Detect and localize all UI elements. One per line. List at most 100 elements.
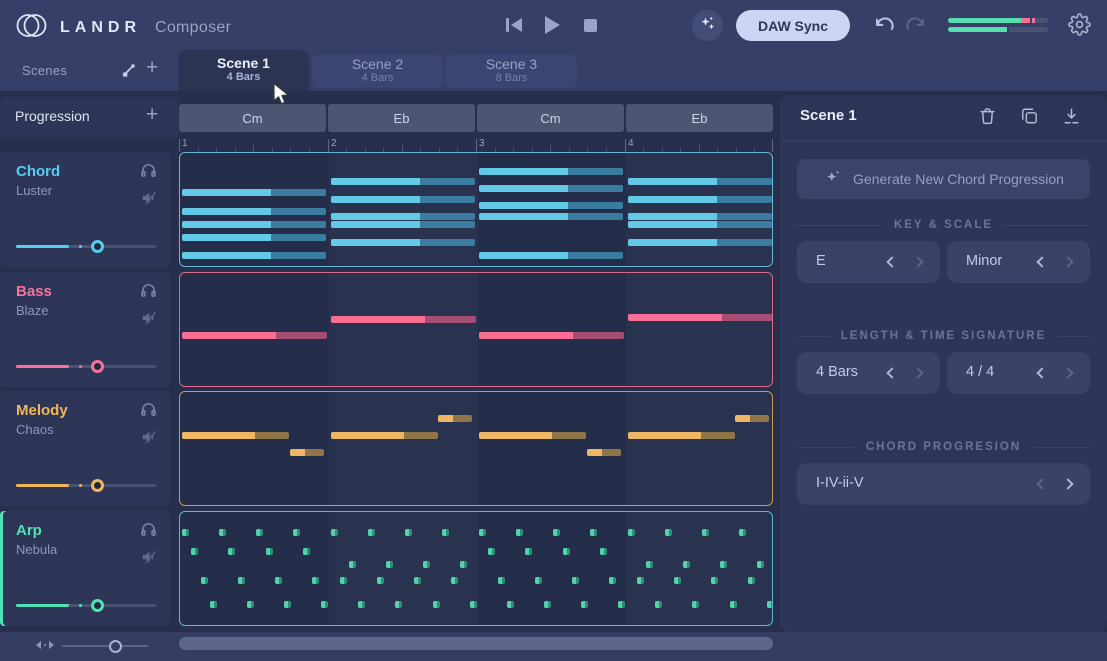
chevron-right-icon[interactable] xyxy=(1062,256,1073,267)
mute-icon[interactable] xyxy=(139,428,160,451)
note-bright-segment xyxy=(182,332,276,339)
add-progression-button[interactable]: + xyxy=(146,105,158,125)
bass-note xyxy=(182,332,327,339)
arp-note xyxy=(247,601,254,608)
note-bright-segment xyxy=(470,601,474,608)
arp-note xyxy=(303,548,310,555)
volume-slider[interactable] xyxy=(16,599,156,612)
volume-knob[interactable] xyxy=(91,599,104,612)
chord-note xyxy=(628,221,772,228)
chord-progression-selector[interactable]: I-IV-ii-V xyxy=(797,463,1090,505)
headphones-icon[interactable] xyxy=(139,282,158,304)
clip-melody[interactable] xyxy=(179,391,773,506)
mute-icon[interactable] xyxy=(139,189,160,212)
arp-note xyxy=(321,601,328,608)
clip-chord[interactable] xyxy=(179,152,773,267)
note-bright-segment xyxy=(498,577,502,584)
volume-slider[interactable] xyxy=(16,360,156,373)
settings-button[interactable] xyxy=(1068,13,1091,41)
volume-knob[interactable] xyxy=(91,479,104,492)
section-label-1: KEY & SCALE xyxy=(797,219,1090,231)
beat-tick xyxy=(550,145,551,152)
add-scene-button[interactable]: + xyxy=(146,58,158,78)
volume-knob[interactable] xyxy=(91,240,104,253)
ai-assist-button[interactable] xyxy=(692,10,723,41)
volume-slider[interactable] xyxy=(16,240,156,253)
stop-button[interactable] xyxy=(584,19,597,32)
mute-icon[interactable] xyxy=(139,548,160,571)
headphones-icon[interactable] xyxy=(139,401,158,423)
skip-to-start-button[interactable] xyxy=(506,18,522,32)
note-bright-segment xyxy=(730,601,734,608)
chord-cell-2[interactable]: Eb xyxy=(328,104,475,132)
bar-shade xyxy=(626,273,773,386)
clip-bass[interactable] xyxy=(179,272,773,387)
edit-scenes-button[interactable] xyxy=(121,62,137,83)
headphones-icon[interactable] xyxy=(139,162,158,184)
play-button[interactable] xyxy=(545,16,560,34)
track-header-arp[interactable]: ArpNebula xyxy=(0,511,170,626)
track-header-chord[interactable]: ChordLuster xyxy=(0,152,170,267)
melody-note xyxy=(438,415,472,422)
track-header-melody[interactable]: MelodyChaos xyxy=(0,391,170,506)
chevron-left-icon[interactable] xyxy=(886,367,897,378)
landr-composer-window: LANDR Composer DAW Sync xyxy=(0,0,1107,661)
meter-segment xyxy=(1035,18,1048,23)
chevron-left-icon[interactable] xyxy=(1036,478,1047,489)
volume-dot xyxy=(79,604,82,607)
chevron-right-icon[interactable] xyxy=(1062,367,1073,378)
daw-sync-button[interactable]: DAW Sync xyxy=(736,10,850,41)
chevron-right-icon[interactable] xyxy=(912,367,923,378)
bar-shade xyxy=(329,392,478,505)
clip-arp[interactable] xyxy=(179,511,773,626)
note-bright-segment xyxy=(748,577,752,584)
chord-note xyxy=(331,196,475,203)
generate-chord-progression-button[interactable]: Generate New Chord Progression xyxy=(797,159,1090,199)
note-bright-segment xyxy=(414,577,418,584)
mute-icon[interactable] xyxy=(139,309,160,332)
key-selector[interactable]: E xyxy=(797,241,940,283)
level-meter-right-channel xyxy=(948,27,1048,32)
zoom-slider-knob[interactable] xyxy=(109,640,122,653)
note-bright-segment xyxy=(460,561,464,568)
volume-knob[interactable] xyxy=(91,360,104,373)
arp-note xyxy=(665,529,672,536)
export-scene-button[interactable] xyxy=(1062,106,1081,131)
scene-tab-1[interactable]: Scene 14 Bars xyxy=(178,50,309,91)
chord-note xyxy=(182,208,326,215)
headphones-icon[interactable] xyxy=(139,521,158,543)
track-header-bass[interactable]: BassBlaze xyxy=(0,272,170,387)
time-signature-value: 4 / 4 xyxy=(966,364,994,380)
note-bright-segment xyxy=(358,601,362,608)
chevron-left-icon[interactable] xyxy=(1036,367,1047,378)
chord-cell-4[interactable]: Eb xyxy=(626,104,773,132)
chevron-left-icon[interactable] xyxy=(1036,256,1047,267)
scene-tab-2[interactable]: Scene 24 Bars xyxy=(312,54,443,88)
chevron-right-icon[interactable] xyxy=(912,256,923,267)
note-bright-segment xyxy=(674,577,678,584)
delete-scene-button[interactable] xyxy=(978,106,997,131)
timeline-zoom-slider[interactable] xyxy=(62,640,148,653)
horizontal-scrollbar[interactable] xyxy=(179,637,773,650)
arp-note xyxy=(284,601,291,608)
chevron-left-icon[interactable] xyxy=(886,256,897,267)
scale-selector[interactable]: Minor xyxy=(947,241,1090,283)
arp-note xyxy=(535,577,542,584)
note-bright-segment xyxy=(735,415,750,422)
length-value: 4 Bars xyxy=(816,364,858,380)
time-signature-selector[interactable]: 4 / 4 xyxy=(947,352,1090,394)
length-selector[interactable]: 4 Bars xyxy=(797,352,940,394)
redo-button[interactable] xyxy=(905,14,926,40)
scene-tab-3[interactable]: Scene 38 Bars xyxy=(446,54,577,88)
chord-cell-3[interactable]: Cm xyxy=(477,104,624,132)
note-bright-segment xyxy=(479,252,568,259)
chevron-right-icon[interactable] xyxy=(1062,478,1073,489)
note-bright-segment xyxy=(331,221,420,228)
volume-slider[interactable] xyxy=(16,479,156,492)
chord-note xyxy=(182,234,326,241)
undo-button[interactable] xyxy=(874,14,895,40)
duplicate-scene-button[interactable] xyxy=(1020,106,1039,131)
note-bright-segment xyxy=(182,234,271,241)
note-bright-segment xyxy=(628,178,717,185)
chord-cell-1[interactable]: Cm xyxy=(179,104,326,132)
